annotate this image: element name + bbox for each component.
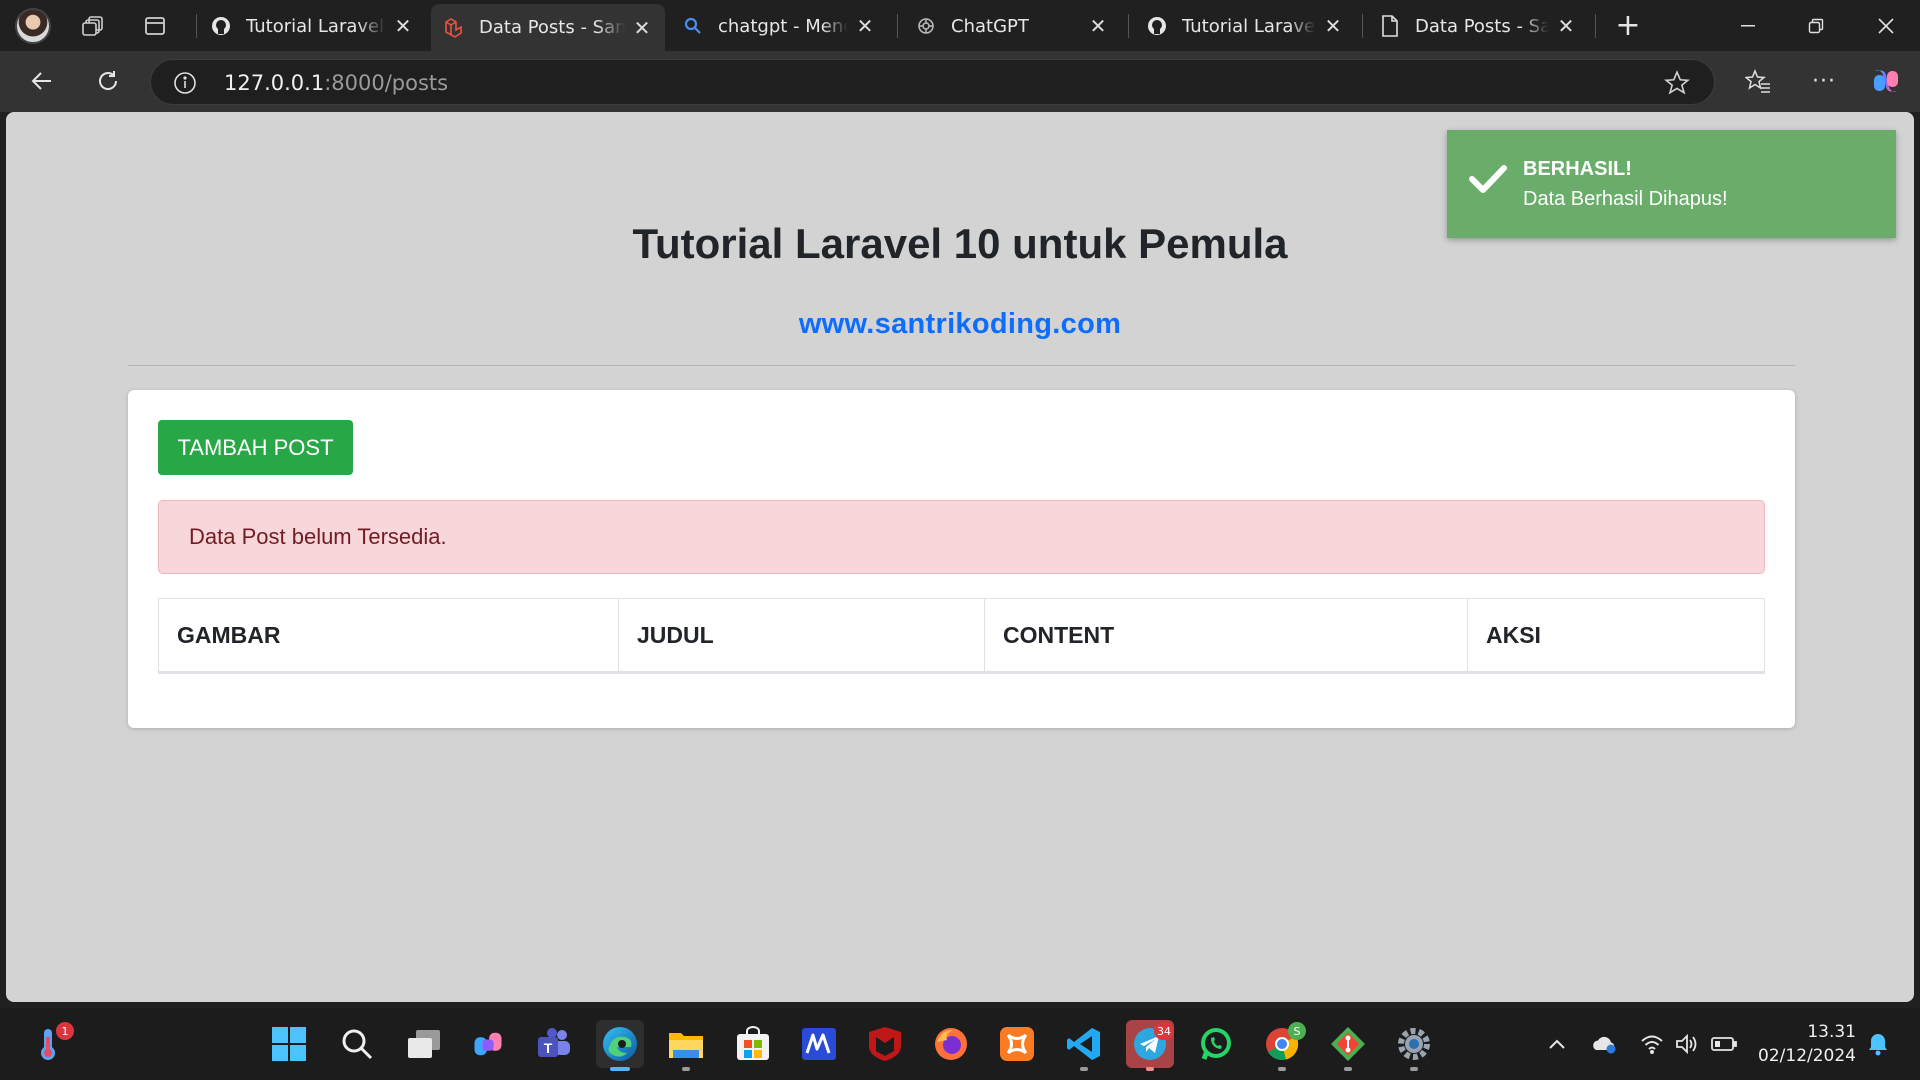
teams-icon[interactable]: T bbox=[530, 1020, 578, 1068]
close-icon[interactable]: ✕ bbox=[1555, 14, 1577, 38]
column-header-image: GAMBAR bbox=[158, 598, 619, 674]
close-icon[interactable]: ✕ bbox=[1322, 14, 1344, 38]
settings-icon[interactable] bbox=[1390, 1020, 1438, 1071]
openai-icon bbox=[915, 15, 937, 37]
tab-label: chatgpt - Mencari bbox=[718, 15, 848, 37]
column-header-content: CONTENT bbox=[984, 598, 1468, 674]
more-options-icon[interactable]: ··· bbox=[1804, 61, 1844, 101]
minimize-button[interactable] bbox=[1715, 0, 1781, 51]
vertical-tabs-icon[interactable] bbox=[135, 6, 175, 46]
volume-icon[interactable] bbox=[1673, 1030, 1701, 1058]
editor-icon[interactable] bbox=[795, 1020, 843, 1068]
firefox-icon[interactable] bbox=[927, 1020, 975, 1068]
tab-label: ChatGPT bbox=[951, 15, 1029, 37]
github-icon bbox=[210, 15, 232, 37]
tab-data-posts[interactable]: Data Posts - Santri ✕ bbox=[431, 4, 665, 51]
document-icon bbox=[1379, 15, 1401, 37]
tab-label: Tutorial Laravel 10 bbox=[1182, 15, 1316, 37]
checkmark-icon bbox=[1469, 164, 1507, 199]
close-window-button[interactable] bbox=[1853, 0, 1919, 51]
close-icon[interactable]: ✕ bbox=[392, 14, 414, 38]
system-clock[interactable]: 13.31 02/12/2024 bbox=[1758, 1020, 1856, 1068]
search-icon bbox=[682, 15, 704, 37]
svg-text:T: T bbox=[544, 1040, 553, 1056]
start-menu-icon[interactable] bbox=[265, 1020, 313, 1068]
tab-data-posts-2[interactable]: Data Posts - Santri ✕ bbox=[1367, 4, 1589, 48]
copilot-icon[interactable] bbox=[464, 1020, 512, 1068]
toast-message: Data Berhasil Dihapus! bbox=[1523, 188, 1728, 210]
divider bbox=[128, 365, 1795, 366]
add-post-button[interactable]: TAMBAH POST bbox=[158, 420, 353, 475]
chrome-icon[interactable]: S bbox=[1258, 1020, 1306, 1071]
git-icon[interactable] bbox=[1324, 1020, 1372, 1071]
tab-label: Tutorial Laravel 9 bbox=[246, 15, 386, 37]
tab-label: Data Posts - Santri bbox=[479, 17, 625, 38]
tab-tutorial-laravel-9[interactable]: Tutorial Laravel 9 ✕ bbox=[198, 4, 426, 48]
refresh-button[interactable] bbox=[88, 61, 128, 101]
windows-taskbar: 1 T 34 S 13.31 02/12/2024 bbox=[0, 1008, 1920, 1080]
new-tab-button[interactable]: + bbox=[1608, 5, 1648, 45]
back-button[interactable] bbox=[22, 61, 62, 101]
telegram-icon[interactable]: 34 bbox=[1126, 1020, 1174, 1071]
task-view-icon[interactable] bbox=[400, 1020, 448, 1068]
restore-button[interactable] bbox=[1783, 0, 1849, 51]
tab-chatgpt[interactable]: ChatGPT ✕ bbox=[903, 4, 1121, 48]
close-icon[interactable]: ✕ bbox=[631, 16, 653, 40]
laravel-icon bbox=[443, 17, 465, 39]
copilot-icon[interactable] bbox=[1866, 61, 1906, 101]
tab-tutorial-laravel-10[interactable]: Tutorial Laravel 10 ✕ bbox=[1134, 4, 1356, 48]
vscode-icon[interactable] bbox=[1060, 1020, 1108, 1071]
onedrive-icon[interactable] bbox=[1590, 1030, 1618, 1058]
search-icon[interactable] bbox=[333, 1020, 381, 1068]
profile-badge: S bbox=[1288, 1022, 1306, 1040]
empty-data-alert: Data Post belum Tersedia. bbox=[158, 500, 1765, 574]
success-toast[interactable]: BERHASIL! Data Berhasil Dihapus! bbox=[1447, 130, 1896, 238]
weather-widget-icon[interactable]: 1 bbox=[24, 1020, 74, 1068]
workspaces-icon[interactable] bbox=[73, 6, 113, 46]
clock-date: 02/12/2024 bbox=[1758, 1046, 1856, 1066]
tab-chatgpt-search[interactable]: chatgpt - Mencari ✕ bbox=[670, 4, 888, 48]
battery-icon[interactable] bbox=[1710, 1030, 1738, 1058]
edge-icon[interactable] bbox=[596, 1020, 644, 1071]
whatsapp-icon[interactable] bbox=[1192, 1020, 1240, 1068]
url-text: 127.0.0.1:8000/posts bbox=[224, 71, 449, 95]
profile-avatar[interactable] bbox=[15, 7, 51, 44]
file-explorer-icon[interactable] bbox=[662, 1020, 710, 1071]
clock-time: 13.31 bbox=[1807, 1022, 1856, 1042]
mcafee-icon[interactable] bbox=[861, 1020, 909, 1068]
notification-badge: 34 bbox=[1154, 1022, 1174, 1040]
posts-table: GAMBAR JUDUL CONTENT AKSI bbox=[158, 598, 1765, 674]
page-viewport: Tutorial Laravel 10 untuk Pemula www.san… bbox=[6, 112, 1914, 1002]
chevron-up-icon[interactable] bbox=[1543, 1030, 1571, 1058]
notification-badge: 1 bbox=[56, 1022, 74, 1040]
toast-title: BERHASIL! bbox=[1523, 158, 1632, 180]
site-link[interactable]: www.santrikoding.com bbox=[6, 308, 1914, 341]
github-icon bbox=[1146, 15, 1168, 37]
favorite-star-icon[interactable] bbox=[1664, 70, 1690, 100]
browser-toolbar: 127.0.0.1:8000/posts ··· bbox=[0, 51, 1920, 112]
ms-store-icon[interactable] bbox=[729, 1020, 777, 1068]
close-icon[interactable]: ✕ bbox=[854, 14, 876, 38]
wifi-icon[interactable] bbox=[1638, 1030, 1666, 1058]
posts-card: TAMBAH POST Data Post belum Tersedia. GA… bbox=[128, 390, 1795, 728]
column-header-action: AKSI bbox=[1467, 598, 1765, 674]
table-header-row: GAMBAR JUDUL CONTENT AKSI bbox=[158, 598, 1765, 674]
favorites-icon[interactable] bbox=[1738, 61, 1778, 101]
xampp-icon[interactable] bbox=[993, 1020, 1041, 1068]
column-header-title: JUDUL bbox=[618, 598, 985, 674]
tab-label: Data Posts - Santri bbox=[1415, 15, 1549, 37]
address-bar[interactable]: 127.0.0.1:8000/posts bbox=[150, 59, 1715, 105]
notification-bell-icon[interactable] bbox=[1864, 1030, 1892, 1058]
close-icon[interactable]: ✕ bbox=[1087, 14, 1109, 38]
site-info-icon[interactable] bbox=[173, 71, 197, 99]
